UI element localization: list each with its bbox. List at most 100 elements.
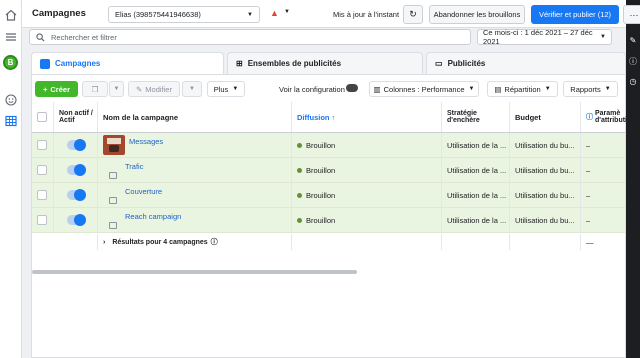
active-toggle[interactable] — [66, 189, 86, 201]
adset-grid-icon: ⊞ — [236, 59, 243, 68]
search-input[interactable]: Rechercher et filtrer — [29, 29, 471, 45]
image-placeholder-icon — [109, 196, 117, 204]
delivery-status: Brouillon — [306, 165, 336, 175]
avatar[interactable]: B — [3, 55, 18, 70]
name-cell: Trafic — [98, 158, 292, 182]
header-bid-strategy[interactable]: Stratégie d'enchère — [442, 102, 510, 132]
edit-dropdown[interactable]: ▼ — [182, 81, 202, 97]
review-publish-button[interactable]: Vérifier et publier (12) — [531, 5, 619, 24]
menu-icon[interactable] — [4, 30, 18, 44]
breakdown-dropdown[interactable]: ▤ Répartition ▼ — [487, 81, 558, 97]
row-select — [32, 183, 54, 207]
right-rail: ✕ ✎ ⓘ ◷ — [626, 0, 640, 358]
name-cell: Reach campaign — [98, 208, 292, 232]
toolbar: + Créer ❐ ▼ ✎ Modifier ▼ Plus ▼ Voir la … — [32, 75, 625, 102]
refresh-button[interactable]: ↻ — [403, 5, 423, 24]
discard-drafts-button[interactable]: Abandonner les brouillons — [429, 5, 525, 24]
image-placeholder-icon — [109, 171, 117, 179]
row-checkbox[interactable] — [37, 190, 47, 200]
header-attribution[interactable]: ⓘ Paramè d'attributio — [581, 102, 631, 132]
table-row[interactable]: Messages Brouillon Utilisation de la ...… — [32, 133, 625, 158]
search-icon — [36, 32, 45, 42]
more-actions-button[interactable]: Plus ▼ — [207, 81, 245, 97]
chevron-down-icon[interactable]: ▼ — [284, 9, 290, 15]
table-row[interactable]: Reach campaign Brouillon Utilisation de … — [32, 208, 625, 233]
header-budget[interactable]: Budget — [510, 102, 581, 132]
pencil-icon[interactable]: ✎ — [628, 36, 638, 46]
results-cell: › Résultats pour 4 campagnes ⓘ — [98, 234, 292, 250]
columns-dropdown[interactable]: ▥ Colonnes : Performance ▼ — [369, 81, 479, 97]
table-icon[interactable] — [4, 114, 18, 128]
header-name[interactable]: Nom de la campagne — [98, 102, 292, 132]
summary-spacer — [510, 234, 581, 250]
edit-button[interactable]: ✎ Modifier — [128, 81, 180, 97]
table-row[interactable]: Trafic Brouillon Utilisation de la ... U… — [32, 158, 625, 183]
row-select — [32, 208, 54, 232]
chevron-down-icon: ▼ — [600, 34, 606, 40]
attribution-cell: – — [586, 215, 591, 225]
summary-spacer — [54, 234, 98, 250]
summary-attribution: — — [586, 237, 594, 247]
date-range-label: Ce mois-ci : 1 déc 2021 – 27 déc 2021 — [483, 28, 593, 46]
create-button[interactable]: + Créer — [35, 81, 78, 97]
top-bar: Campagnes Elias (398575441946638) ▼ ▲ ▼ … — [22, 0, 640, 28]
tab-adsets[interactable]: ⊞ Ensembles de publicités — [227, 52, 423, 74]
chevron-right-icon[interactable]: › — [103, 239, 105, 246]
header-delivery[interactable]: Diffusion ↑ — [292, 102, 442, 132]
duplicate-dropdown[interactable]: ▼ — [109, 81, 124, 97]
account-select[interactable]: Elias (398575441946638) ▼ — [108, 6, 260, 23]
active-toggle[interactable] — [66, 139, 86, 151]
bid-cell: Utilisation de la ... — [442, 183, 510, 207]
tab-ads[interactable]: ▭ Publicités — [426, 52, 626, 74]
bid-cell: Utilisation de la ... — [442, 208, 510, 232]
date-range-select[interactable]: Ce mois-ci : 1 déc 2021 – 27 déc 2021 ▼ — [477, 28, 612, 46]
delivery-cell: Brouillon — [292, 158, 442, 182]
draft-status-dot — [297, 167, 302, 173]
active-toggle[interactable] — [66, 214, 86, 226]
campaign-name-link[interactable]: Trafic — [125, 162, 143, 171]
draft-status-dot — [297, 217, 302, 223]
more-label: Plus — [213, 84, 229, 94]
bid-cell: Utilisation de la ... — [442, 158, 510, 182]
row-checkbox[interactable] — [37, 165, 47, 175]
warning-icon[interactable]: ▲ — [270, 8, 279, 18]
campaign-name-link[interactable]: Couverture — [125, 187, 162, 196]
smiley-icon[interactable] — [4, 93, 18, 107]
delivery-status: Brouillon — [306, 215, 336, 225]
campaigns-panel: + Créer ❐ ▼ ✎ Modifier ▼ Plus ▼ Voir la … — [31, 74, 631, 358]
columns-icon: ▥ — [373, 84, 381, 94]
summary-spacer — [292, 234, 442, 250]
horizontal-scrollbar[interactable] — [32, 270, 357, 274]
active-cell — [54, 208, 98, 232]
info-icon[interactable]: ⓘ — [628, 56, 638, 66]
reports-dropdown[interactable]: Rapports ▼ — [563, 81, 618, 97]
plus-icon: + — [43, 84, 48, 94]
duplicate-button[interactable]: ❐ — [82, 81, 108, 97]
chevron-down-icon: ▼ — [232, 86, 239, 92]
budget-cell: Utilisation du bu... — [510, 208, 581, 232]
more-button[interactable]: ··· — [623, 5, 640, 24]
level-tabs: Campagnes ⊞ Ensembles de publicités ▭ Pu… — [31, 52, 626, 74]
row-select — [32, 133, 54, 157]
home-icon[interactable] — [4, 8, 18, 22]
campaign-name-link[interactable]: Reach campaign — [125, 212, 181, 221]
row-checkbox[interactable] — [37, 215, 47, 225]
view-config-toggle[interactable] — [346, 84, 358, 92]
name-cell: Messages — [98, 133, 292, 157]
reports-label: Rapports — [570, 84, 601, 94]
chevron-down-icon: ▼ — [113, 86, 120, 92]
tab-campaigns[interactable]: Campagnes — [31, 52, 224, 74]
select-all-checkbox[interactable] — [37, 112, 47, 122]
campaign-name-link[interactable]: Messages — [129, 137, 163, 146]
active-toggle[interactable] — [66, 164, 86, 176]
summary-spacer — [32, 234, 54, 250]
campaign-thumbnail — [103, 135, 125, 155]
row-checkbox[interactable] — [37, 140, 47, 150]
table-row[interactable]: Couverture Brouillon Utilisation de la .… — [32, 183, 625, 208]
breakdown-label: Répartition — [504, 84, 541, 94]
attribution-cell: – — [586, 140, 591, 150]
row-select — [32, 158, 54, 182]
header-active[interactable]: Non actif / Actif — [54, 102, 98, 132]
draft-status-dot — [297, 142, 302, 148]
clock-icon[interactable]: ◷ — [628, 77, 638, 87]
